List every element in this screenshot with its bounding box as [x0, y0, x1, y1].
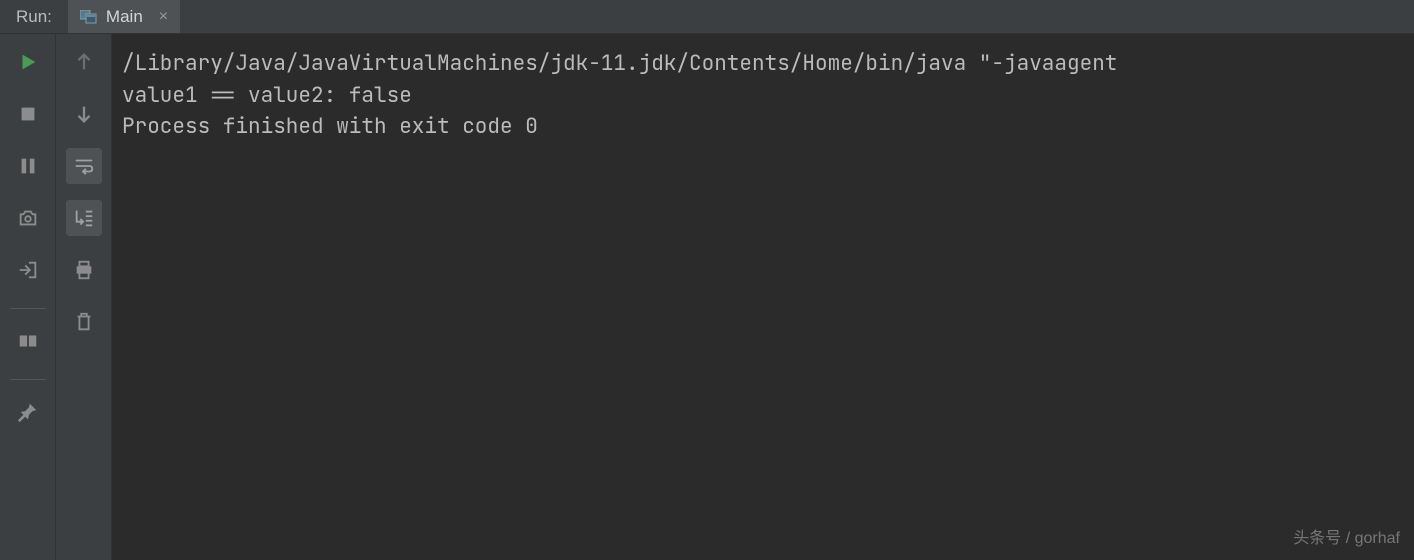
scroll-to-end-icon [73, 207, 95, 229]
trash-icon [73, 311, 95, 333]
close-tab-icon[interactable]: × [159, 8, 168, 26]
soft-wrap-button[interactable] [66, 148, 102, 184]
scroll-to-end-button[interactable] [66, 200, 102, 236]
application-icon [80, 10, 98, 24]
rerun-button[interactable] [10, 44, 46, 80]
camera-icon [17, 207, 39, 229]
play-icon [17, 51, 39, 73]
primary-toolbar [0, 34, 56, 560]
run-label: Run: [0, 0, 68, 33]
layout-button[interactable] [10, 323, 46, 359]
console-output[interactable]: /Library/Java/JavaVirtualMachines/jdk-11… [112, 34, 1414, 560]
soft-wrap-icon [73, 155, 95, 177]
run-tool-header: Run: Main × [0, 0, 1414, 34]
toolbar-separator [10, 379, 46, 380]
watermark: 头条号 / gorhaf [1293, 524, 1400, 548]
arrow-up-icon [73, 51, 95, 73]
exit-button[interactable] [10, 252, 46, 288]
down-stack-button[interactable] [66, 96, 102, 132]
pause-button[interactable] [10, 148, 46, 184]
layout-icon [17, 330, 39, 352]
run-tab-main[interactable]: Main × [68, 0, 180, 33]
tab-label: Main [106, 7, 143, 27]
arrow-down-icon [73, 103, 95, 125]
run-body: /Library/Java/JavaVirtualMachines/jdk-11… [0, 34, 1414, 560]
secondary-toolbar [56, 34, 112, 560]
up-stack-button[interactable] [66, 44, 102, 80]
print-icon [73, 259, 95, 281]
clear-all-button[interactable] [66, 304, 102, 340]
pin-icon [17, 401, 39, 423]
stop-button[interactable] [10, 96, 46, 132]
console-line: value1 == value2: false [122, 80, 1404, 112]
toolbar-separator [10, 308, 46, 309]
pause-icon [17, 155, 39, 177]
console-line: /Library/Java/JavaVirtualMachines/jdk-11… [122, 48, 1404, 80]
exit-icon [17, 259, 39, 281]
console-line: Process finished with exit code 0 [122, 111, 1404, 143]
stop-icon [17, 103, 39, 125]
print-button[interactable] [66, 252, 102, 288]
pin-button[interactable] [10, 394, 46, 430]
dump-threads-button[interactable] [10, 200, 46, 236]
